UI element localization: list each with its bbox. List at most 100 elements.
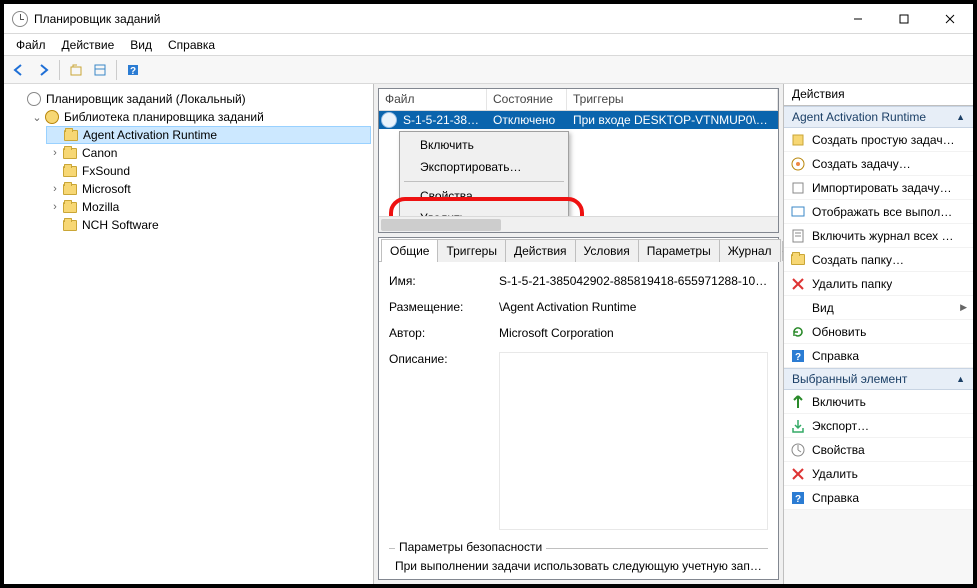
description-box[interactable]	[499, 352, 768, 530]
window-title: Планировщик заданий	[34, 12, 160, 26]
action-show-running[interactable]: Отображать все выпол…	[784, 200, 973, 224]
context-menu: Включить Экспортировать… Свойства Удалит…	[399, 131, 569, 216]
value-location: \Agent Activation Runtime	[499, 300, 768, 314]
collapse-icon: ▲	[956, 374, 965, 384]
toolbar: ?	[4, 56, 973, 84]
actions-group1-header[interactable]: Agent Activation Runtime ▲	[784, 106, 973, 128]
action-delete[interactable]: Удалить	[784, 462, 973, 486]
tab-conditions[interactable]: Условия	[575, 239, 639, 262]
col-state[interactable]: Состояние	[487, 89, 567, 110]
task-triggers: При входе DESKTOP-VTNMUP0\ohrau	[567, 113, 778, 127]
label-description: Описание:	[389, 352, 499, 530]
help-button[interactable]: ?	[122, 59, 144, 81]
actions-header: Действия	[784, 84, 973, 106]
up-button[interactable]	[65, 59, 87, 81]
tab-settings[interactable]: Параметры	[638, 239, 720, 262]
scheduler-icon	[27, 92, 41, 106]
cm-delete[interactable]: Удалить	[402, 207, 566, 216]
tree-root[interactable]: Планировщик заданий (Локальный)	[10, 90, 371, 108]
action-enable[interactable]: Включить	[784, 390, 973, 414]
tree-item-fxsound[interactable]: FxSound	[46, 162, 371, 180]
cm-enable[interactable]: Включить	[402, 134, 566, 156]
library-icon	[45, 110, 59, 124]
back-button[interactable]	[8, 59, 30, 81]
action-enable-history[interactable]: Включить журнал всех …	[784, 224, 973, 248]
action-help[interactable]: ?Справка	[784, 344, 973, 368]
views-button[interactable]	[89, 59, 111, 81]
folder-icon	[63, 184, 77, 195]
tree-item-nch[interactable]: NCH Software	[46, 216, 371, 234]
security-group-label: Параметры безопасности	[395, 540, 546, 554]
action-refresh[interactable]: Обновить	[784, 320, 973, 344]
task-row[interactable]: S-1-5-21-38… Отключено При входе DESKTOP…	[379, 111, 778, 129]
folder-icon	[64, 130, 78, 141]
cm-properties[interactable]: Свойства	[402, 185, 566, 207]
submenu-arrow-icon: ▶	[960, 302, 967, 313]
menu-help[interactable]: Справка	[160, 36, 223, 54]
action-properties[interactable]: Свойства	[784, 438, 973, 462]
label-location: Размещение:	[389, 300, 499, 314]
menubar: Файл Действие Вид Справка	[4, 34, 973, 56]
tree-root-label: Планировщик заданий (Локальный)	[46, 92, 246, 106]
cm-export[interactable]: Экспортировать…	[402, 156, 566, 178]
label-name: Имя:	[389, 274, 499, 288]
forward-button[interactable]	[32, 59, 54, 81]
task-details-panel: Общие Триггеры Действия Условия Параметр…	[378, 237, 779, 580]
tab-history[interactable]: Журнал	[719, 239, 781, 262]
actions-pane: Действия Agent Activation Runtime ▲ Созд…	[783, 84, 973, 584]
col-triggers[interactable]: Триггеры	[567, 89, 778, 110]
folder-icon	[63, 166, 77, 177]
folder-icon	[63, 148, 77, 159]
tree-item-mozilla[interactable]: ›Mozilla	[46, 198, 371, 216]
tab-body: Имя: S-1-5-21-385042902-885819418-655971…	[379, 262, 778, 579]
tree-library-label: Библиотека планировщика заданий	[64, 110, 264, 124]
collapse-icon: ▲	[956, 112, 965, 122]
close-button[interactable]	[927, 4, 973, 34]
task-file: S-1-5-21-38…	[397, 113, 487, 127]
action-help2[interactable]: ?Справка	[784, 486, 973, 510]
tabs: Общие Триггеры Действия Условия Параметр…	[379, 238, 778, 262]
tree-pane[interactable]: Планировщик заданий (Локальный) ⌄ Библио…	[4, 84, 374, 584]
h-scrollbar[interactable]	[379, 216, 778, 232]
tree-item-agent-activation[interactable]: Agent Activation Runtime	[46, 126, 371, 144]
tree-item-canon[interactable]: ›Canon	[46, 144, 371, 162]
menu-action[interactable]: Действие	[54, 36, 123, 54]
svg-text:?: ?	[795, 352, 801, 363]
action-import[interactable]: Импортировать задачу…	[784, 176, 973, 200]
action-export[interactable]: Экспорт…	[784, 414, 973, 438]
security-group: Параметры безопасности	[389, 548, 768, 549]
tab-triggers[interactable]: Триггеры	[437, 239, 506, 262]
col-file[interactable]: Файл	[379, 89, 487, 110]
svg-text:?: ?	[795, 494, 801, 505]
action-new-folder[interactable]: Создать папку…	[784, 248, 973, 272]
content-area: Планировщик заданий (Локальный) ⌄ Библио…	[4, 84, 973, 584]
task-icon	[381, 112, 397, 128]
middle-pane: Файл Состояние Триггеры S-1-5-21-38… Отк…	[374, 84, 783, 584]
action-delete-folder[interactable]: Удалить папку	[784, 272, 973, 296]
task-scheduler-window: Планировщик заданий Файл Действие Вид Сп…	[4, 4, 973, 584]
maximize-button[interactable]	[881, 4, 927, 34]
folder-icon	[63, 202, 77, 213]
app-icon	[12, 11, 28, 27]
task-list-panel: Файл Состояние Триггеры S-1-5-21-38… Отк…	[378, 88, 779, 233]
tab-actions[interactable]: Действия	[505, 239, 576, 262]
menu-file[interactable]: Файл	[8, 36, 54, 54]
tree-item-microsoft[interactable]: ›Microsoft	[46, 180, 371, 198]
list-body[interactable]: S-1-5-21-38… Отключено При входе DESKTOP…	[379, 111, 778, 216]
value-name: S-1-5-21-385042902-885819418-655971288-1…	[499, 274, 768, 288]
folder-icon	[63, 220, 77, 231]
label-author: Автор:	[389, 326, 499, 340]
menu-view[interactable]: Вид	[122, 36, 160, 54]
action-view[interactable]: Вид▶	[784, 296, 973, 320]
actions-group2-header[interactable]: Выбранный элемент ▲	[784, 368, 973, 390]
titlebar: Планировщик заданий	[4, 4, 973, 34]
folder-icon	[791, 254, 805, 265]
minimize-button[interactable]	[835, 4, 881, 34]
action-create-basic[interactable]: Создать простую задач…	[784, 128, 973, 152]
task-state: Отключено	[487, 113, 567, 127]
list-header: Файл Состояние Триггеры	[379, 89, 778, 111]
tab-general[interactable]: Общие	[381, 239, 438, 262]
tree-library[interactable]: ⌄ Библиотека планировщика заданий	[28, 108, 371, 126]
action-create-task[interactable]: Создать задачу…	[784, 152, 973, 176]
actions-scroll[interactable]: Agent Activation Runtime ▲ Создать прост…	[784, 106, 973, 584]
